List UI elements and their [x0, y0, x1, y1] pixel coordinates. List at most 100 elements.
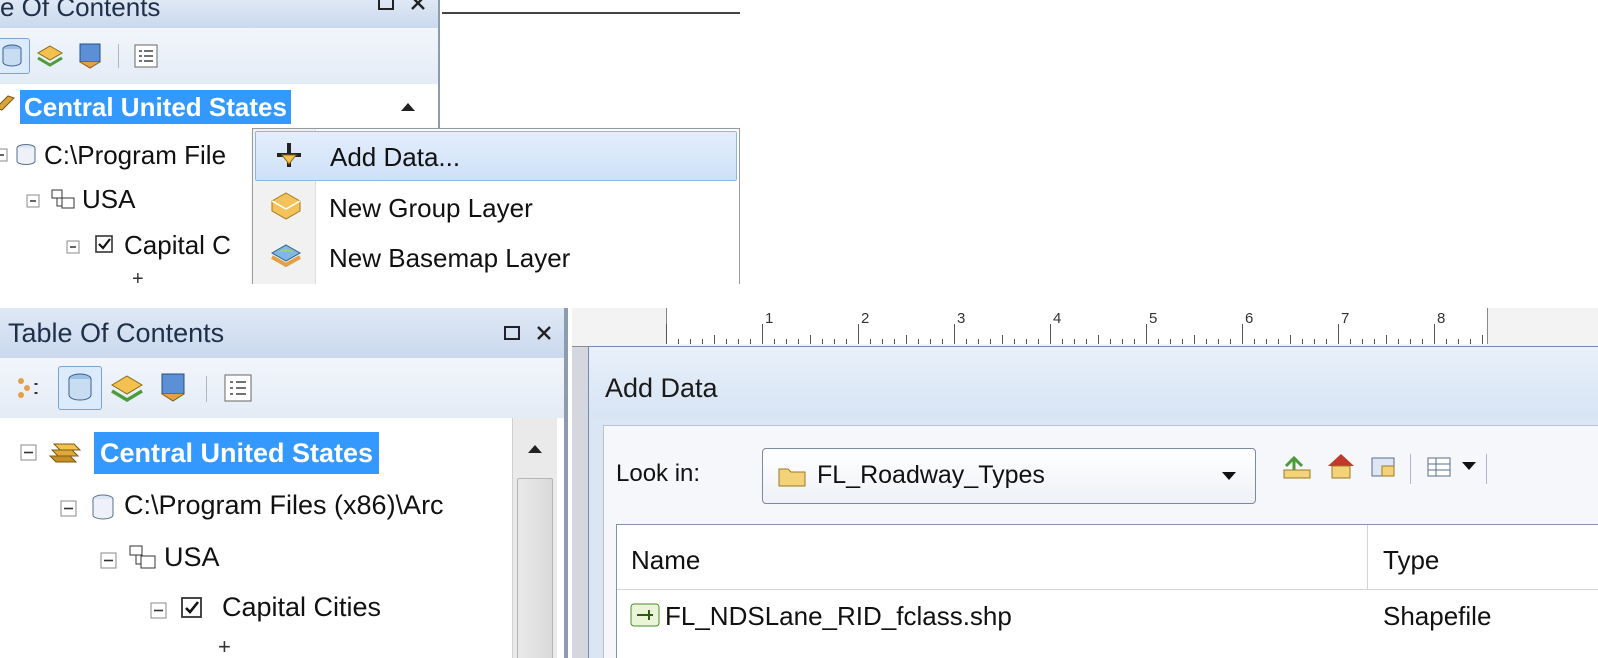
collapse-icon[interactable]	[150, 602, 168, 620]
database-icon	[16, 144, 36, 165]
ruler-tick	[1014, 339, 1015, 344]
workspace-path-label[interactable]: C:\Program File	[44, 140, 226, 171]
list-by-drawing-order-icon[interactable]	[108, 370, 146, 406]
toc-title: e Of Contents	[0, 0, 161, 22]
menu-item-new-basemap-layer[interactable]: New Basemap Layer	[255, 233, 735, 281]
ruler-tick	[1098, 335, 1099, 344]
toc-title: Table Of Contents	[8, 318, 225, 348]
group-layer-label[interactable]: USA	[82, 184, 135, 215]
look-in-label: Look in:	[616, 460, 701, 487]
ruler-tick	[1230, 339, 1231, 344]
ruler-tick	[774, 339, 775, 344]
ruler-tick	[846, 339, 847, 344]
collapse-icon[interactable]	[20, 444, 38, 462]
ruler-tick	[1182, 339, 1183, 344]
look-in-dropdown[interactable]: FL_Roadway_Types	[762, 448, 1256, 504]
file-row[interactable]: FL_NDSLane_RID_fclass.shp Shapefile	[617, 591, 1598, 639]
folder-icon	[778, 468, 806, 487]
toc-toolbar	[0, 28, 440, 84]
checkbox-checked-icon[interactable]	[94, 234, 116, 256]
ruler-tick	[1482, 335, 1483, 344]
menu-item-new-group-layer[interactable]: New Group Layer	[255, 183, 735, 231]
ruler-tick	[954, 324, 955, 344]
ruler-number: 1	[765, 310, 774, 327]
list-header: Name Type	[617, 525, 1598, 590]
toc-toolbar	[0, 358, 568, 418]
ruler-tick	[918, 339, 919, 344]
collapse-icon[interactable]	[66, 240, 82, 256]
scroll-up-arrow-icon[interactable]	[525, 442, 545, 456]
group-layer-icon	[271, 192, 301, 220]
ruler-tick	[1074, 339, 1075, 344]
ruler-tick	[1134, 339, 1135, 344]
home-icon[interactable]	[1324, 450, 1358, 482]
collapse-icon[interactable]	[0, 148, 10, 164]
ruler-tick	[1062, 339, 1063, 344]
column-header-type[interactable]: Type	[1383, 545, 1439, 576]
layer-label[interactable]: Capital Cities	[222, 592, 381, 623]
ruler-tick	[1218, 339, 1219, 344]
dialog-titlebar[interactable]: Add Data	[589, 347, 1598, 417]
collapse-icon[interactable]	[26, 194, 42, 210]
list-by-visibility-icon[interactable]	[154, 370, 192, 406]
list-by-selection-icon[interactable]	[12, 372, 46, 404]
ruler-tick	[870, 339, 871, 344]
group-layer-icon	[129, 545, 156, 569]
ruler-tick	[1314, 339, 1315, 344]
database-icon	[92, 494, 114, 520]
checkbox-checked-icon[interactable]	[180, 596, 206, 622]
ruler-tick	[786, 339, 787, 344]
ruler-tick	[906, 335, 907, 344]
data-frame-label[interactable]: Central United States	[20, 90, 291, 124]
ruler-tick	[1038, 339, 1039, 344]
ruler-tick	[666, 324, 667, 344]
ruler-tick	[726, 339, 727, 344]
collapse-icon[interactable]	[60, 500, 78, 518]
chevron-down-icon[interactable]	[1460, 460, 1478, 474]
menu-item-add-data[interactable]: Add Data...	[255, 131, 737, 181]
ruler-tick	[702, 339, 703, 344]
close-icon[interactable]	[534, 324, 554, 344]
data-frame-label[interactable]: Central United States	[94, 432, 380, 474]
collapse-icon[interactable]	[100, 552, 118, 570]
scroll-thumb[interactable]	[517, 478, 553, 658]
group-layer-label[interactable]: USA	[164, 542, 220, 573]
list-by-drawing-order-icon[interactable]	[34, 40, 66, 72]
point-symbol-icon: +	[132, 268, 144, 284]
ruler-tick	[1242, 324, 1243, 344]
scroll-up-arrow-icon[interactable]	[398, 100, 418, 114]
map-frame-edge	[442, 0, 740, 14]
ruler-tick	[750, 339, 751, 344]
workspace-path-label[interactable]: C:\Program Files (x86)\Arc	[124, 490, 444, 521]
toolbar-separator	[206, 376, 207, 402]
maximize-icon[interactable]	[376, 0, 396, 14]
view-list-icon[interactable]	[1424, 452, 1454, 482]
toolbar-separator	[118, 44, 119, 68]
ruler-tick	[1146, 324, 1147, 344]
basemap-layer-icon	[270, 244, 302, 268]
toc-scrollbar[interactable]	[512, 418, 557, 658]
top-screenshot-crop: e Of Contents Central United States C:\P…	[0, 0, 740, 284]
toc-tree: Central United States C:\Program Files (…	[0, 418, 510, 658]
list-by-source-button[interactable]	[58, 366, 102, 410]
ruler-tick	[738, 339, 739, 344]
maximize-icon[interactable]	[502, 324, 522, 344]
ruler-tick	[894, 339, 895, 344]
ruler-tick	[1194, 335, 1195, 344]
column-header-name[interactable]: Name	[631, 545, 700, 576]
options-icon[interactable]	[222, 372, 254, 404]
file-list: Name Type FL_NDSLane_RID_fclass.shp Shap…	[616, 524, 1598, 658]
ruler-tick	[1302, 339, 1303, 344]
up-one-level-icon[interactable]	[1280, 452, 1314, 482]
close-icon[interactable]	[408, 0, 428, 14]
ruler-tick	[1338, 324, 1339, 344]
ruler-tick	[822, 339, 823, 344]
column-divider[interactable]	[1367, 525, 1368, 589]
look-in-value: FL_Roadway_Types	[817, 461, 1045, 489]
layer-label[interactable]: Capital C	[124, 230, 231, 261]
options-icon[interactable]	[132, 42, 160, 70]
list-by-source-button[interactable]	[0, 38, 30, 74]
connect-to-folder-icon[interactable]	[1368, 452, 1400, 482]
list-by-visibility-icon[interactable]	[74, 40, 106, 72]
ruler-number: 2	[861, 310, 870, 327]
